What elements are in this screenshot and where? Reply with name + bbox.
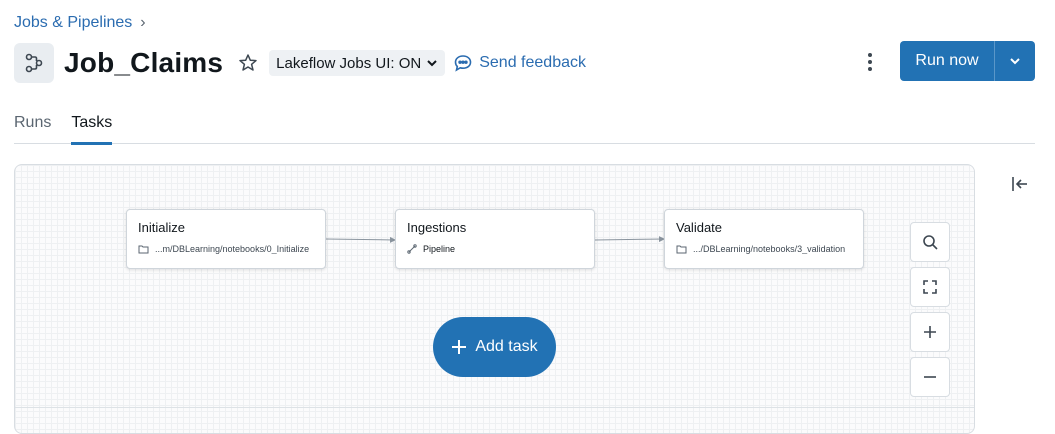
run-now-button[interactable]: Run now bbox=[900, 41, 994, 81]
fit-view-button[interactable] bbox=[910, 267, 950, 307]
task-node-ingestions[interactable]: Ingestions Pipeline bbox=[395, 209, 595, 269]
search-button[interactable] bbox=[910, 222, 950, 262]
graph-edges bbox=[325, 236, 665, 243]
workflow-icon bbox=[14, 43, 54, 83]
search-icon bbox=[923, 235, 938, 250]
minus-icon bbox=[924, 376, 936, 378]
task-node-path: ...m/DBLearning/notebooks/0_Initialize bbox=[155, 244, 310, 254]
page-header: Job_Claims Lakeflow Jobs UI: ON Send fee… bbox=[14, 42, 586, 84]
breadcrumb-separator: › bbox=[140, 14, 146, 31]
zoom-out-button[interactable] bbox=[910, 357, 950, 397]
send-feedback-link[interactable]: Send feedback bbox=[453, 53, 586, 73]
collapse-panel-icon[interactable] bbox=[1009, 173, 1031, 195]
breadcrumb: Jobs & Pipelines › bbox=[14, 14, 146, 32]
task-node-title: Ingestions bbox=[407, 220, 467, 235]
plus-icon bbox=[924, 326, 936, 338]
run-options-dropdown[interactable] bbox=[995, 41, 1035, 81]
canvas-divider bbox=[15, 407, 974, 408]
tab-tasks[interactable]: Tasks bbox=[71, 108, 112, 145]
task-node-path: .../DBLearning/notebooks/3_validation bbox=[693, 244, 846, 254]
run-now-split-button: Run now bbox=[900, 41, 1035, 81]
chevron-down-icon bbox=[1010, 58, 1020, 65]
add-task-button[interactable]: Add task bbox=[433, 317, 556, 377]
task-node-validate[interactable]: Validate .../DBLearning/notebooks/3_vali… bbox=[664, 209, 864, 269]
tab-bar: Runs Tasks bbox=[14, 108, 1035, 145]
page-title: Job_Claims bbox=[64, 47, 224, 78]
add-task-label: Add task bbox=[475, 338, 538, 355]
breadcrumb-link-jobs-pipelines[interactable]: Jobs & Pipelines bbox=[14, 14, 132, 32]
lakeflow-ui-toggle-label: Lakeflow Jobs UI: ON bbox=[276, 54, 422, 72]
star-icon[interactable] bbox=[237, 52, 259, 74]
tab-runs[interactable]: Runs bbox=[14, 108, 51, 144]
task-node-initialize[interactable]: Initialize ...m/DBLearning/notebooks/0_I… bbox=[126, 209, 326, 269]
zoom-in-button[interactable] bbox=[910, 312, 950, 352]
speech-bubble-icon bbox=[454, 55, 472, 72]
lakeflow-ui-toggle[interactable]: Lakeflow Jobs UI: ON bbox=[269, 50, 446, 76]
edge-ingestions-validate bbox=[594, 236, 665, 243]
fit-view-icon bbox=[923, 280, 937, 294]
task-node-type: Pipeline bbox=[423, 244, 456, 254]
task-graph-canvas[interactable]: Initialize ...m/DBLearning/notebooks/0_I… bbox=[14, 164, 975, 434]
task-node-title: Validate bbox=[676, 220, 723, 235]
folder-icon bbox=[676, 245, 687, 254]
edge-initialize-ingestions bbox=[325, 236, 396, 243]
send-feedback-label: Send feedback bbox=[479, 54, 586, 71]
task-node-title: Initialize bbox=[138, 220, 185, 235]
plus-icon bbox=[452, 340, 467, 354]
pipeline-icon bbox=[407, 244, 417, 254]
kebab-icon[interactable] bbox=[860, 50, 880, 74]
folder-icon bbox=[138, 245, 149, 254]
chevron-down-icon bbox=[427, 60, 437, 67]
